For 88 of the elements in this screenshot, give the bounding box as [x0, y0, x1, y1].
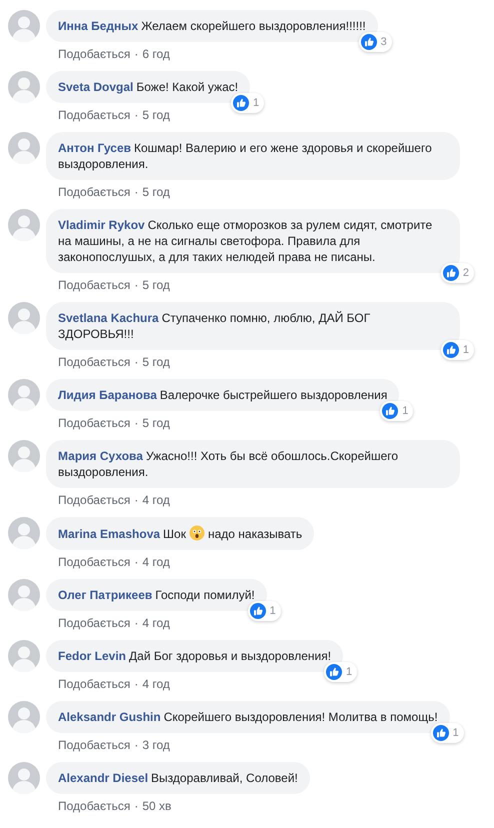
reaction-badge[interactable]: 1	[440, 340, 474, 360]
timestamp-link[interactable]: 3 год	[142, 737, 170, 753]
like-link[interactable]: Подобається	[58, 615, 130, 631]
avatar-icon[interactable]	[8, 762, 40, 794]
separator-dot: ·	[134, 492, 138, 508]
comment-text: Антон Гусев Кошмар! Валерию и его жене здоровья и скорейшего выздоровления.	[58, 141, 432, 171]
like-icon	[382, 403, 398, 419]
avatar-icon[interactable]	[8, 579, 40, 611]
timestamp-link[interactable]: 50 хв	[142, 798, 172, 814]
avatar-icon[interactable]	[8, 517, 40, 549]
author-link[interactable]: Антон Гусев	[58, 141, 131, 155]
avatar-icon[interactable]	[8, 640, 40, 672]
like-link[interactable]: Подобається	[58, 107, 130, 123]
like-link[interactable]: Подобається	[58, 676, 130, 692]
avatar-icon[interactable]	[8, 302, 40, 334]
author-link[interactable]: Sveta Dovgal	[58, 80, 134, 94]
reaction-badge[interactable]: 2	[440, 263, 474, 283]
author-link[interactable]: Инна Бедных	[58, 19, 138, 33]
like-icon	[250, 603, 266, 619]
comment-text: Олег Патрикеев Господи помилуй!	[58, 588, 255, 602]
separator-dot: ·	[134, 277, 138, 293]
comment-text: Marina Emashova Шок надо наказывать	[58, 527, 302, 541]
comment-text: Fedor Levin Дай Бог здоровья и выздоровления!	[58, 649, 332, 663]
author-link[interactable]: Олег Патрикеев	[58, 588, 152, 602]
timestamp-link[interactable]: 6 год	[142, 46, 170, 62]
reaction-badge[interactable]: 1	[230, 93, 264, 113]
comment-text: Vladimir Rykov Сколько еще отморозков за рулем сидят, смотрите на машины, а не на сигналы светофора. Правила для законопослушых, а для таких нелюдей права не писаны.	[58, 218, 432, 264]
like-icon	[432, 725, 449, 741]
like-link[interactable]: Подобається	[58, 737, 130, 753]
timestamp-link[interactable]: 5 год	[142, 415, 170, 431]
author-link[interactable]: Vladimir Rykov	[58, 218, 145, 232]
avatar-icon[interactable]	[8, 10, 40, 42]
author-link[interactable]: Лидия Баранова	[58, 388, 157, 402]
like-icon	[360, 34, 377, 50]
separator-dot: ·	[134, 615, 138, 631]
author-link[interactable]: Marina Emashova	[58, 527, 160, 541]
author-link[interactable]: Fedor Levin	[58, 649, 126, 663]
timestamp-link[interactable]: 4 год	[142, 676, 170, 692]
like-icon	[232, 95, 249, 111]
avatar-icon[interactable]	[8, 440, 40, 472]
like-icon	[326, 664, 342, 680]
author-link[interactable]: Alexandr Diesel	[58, 771, 148, 785]
comment-text: Alexandr Diesel Выздоравливай, Соловей!	[58, 771, 298, 785]
timestamp-link[interactable]: 4 год	[142, 554, 170, 570]
timestamp-link[interactable]: 5 год	[142, 184, 170, 200]
reaction-badge[interactable]: 1	[248, 601, 281, 621]
author-link[interactable]: Aleksandr Gushin	[58, 710, 161, 724]
like-link[interactable]: Подобається	[58, 354, 130, 370]
timestamp-link[interactable]: 5 год	[142, 107, 170, 123]
like-link[interactable]: Подобається	[58, 277, 130, 293]
reaction-badge[interactable]: 1	[380, 401, 414, 421]
like-link[interactable]: Подобається	[58, 184, 130, 200]
separator-dot: ·	[134, 354, 138, 370]
reaction-badge[interactable]: 1	[430, 723, 464, 743]
author-link[interactable]: Мария Сухова	[58, 449, 143, 463]
like-link[interactable]: Подобається	[58, 415, 130, 431]
like-link[interactable]: Подобається	[58, 798, 130, 814]
avatar-icon[interactable]	[8, 209, 40, 241]
reaction-badge[interactable]: 3	[358, 32, 392, 52]
comment-text: Aleksandr Gushin Скорейшего выздоровления! Молитва в помощь!	[58, 710, 438, 724]
avatar-icon[interactable]	[8, 71, 40, 103]
comment-text: Sveta Dovgal Боже! Какой ужас!	[58, 80, 238, 94]
avatar-icon[interactable]	[8, 701, 40, 733]
author-link[interactable]: Svetlana Kachura	[58, 311, 159, 325]
like-link[interactable]: Подобається	[58, 554, 130, 570]
separator-dot: ·	[134, 798, 138, 814]
separator-dot: ·	[134, 107, 138, 123]
like-link[interactable]: Подобається	[58, 492, 130, 508]
avatar-icon[interactable]	[8, 132, 40, 164]
timestamp-link[interactable]: 5 год	[142, 277, 170, 293]
separator-dot: ·	[134, 184, 138, 200]
separator-dot: ·	[134, 737, 138, 753]
timestamp-link[interactable]: 4 год	[142, 615, 170, 631]
reaction-badge[interactable]: 1	[324, 662, 358, 682]
like-icon	[442, 342, 459, 358]
like-link[interactable]: Подобається	[58, 46, 130, 62]
separator-dot: ·	[134, 676, 138, 692]
separator-dot: ·	[134, 554, 138, 570]
comment-text: Мария Сухова Ужасно!!! Хоть бы всё обошлось.Скорейшего выздоровления.	[58, 449, 398, 479]
comment-text: Svetlana Kachura Ступаченко помню, люблю, ДАЙ БОГ ЗДОРОВЬЯ!!!	[58, 311, 370, 341]
separator-dot: ·	[134, 46, 138, 62]
separator-dot: ·	[134, 415, 138, 431]
avatar-icon[interactable]	[8, 379, 40, 411]
comment-text: Инна Бедных Желаем скорейшего выздоровления!!!!!!	[58, 19, 366, 33]
timestamp-link[interactable]: 5 год	[142, 354, 170, 370]
timestamp-link[interactable]: 4 год	[142, 492, 170, 508]
comment-text: Лидия Баранова Валерочке быстрейшего выздоровления	[58, 388, 388, 402]
like-icon	[442, 265, 459, 281]
